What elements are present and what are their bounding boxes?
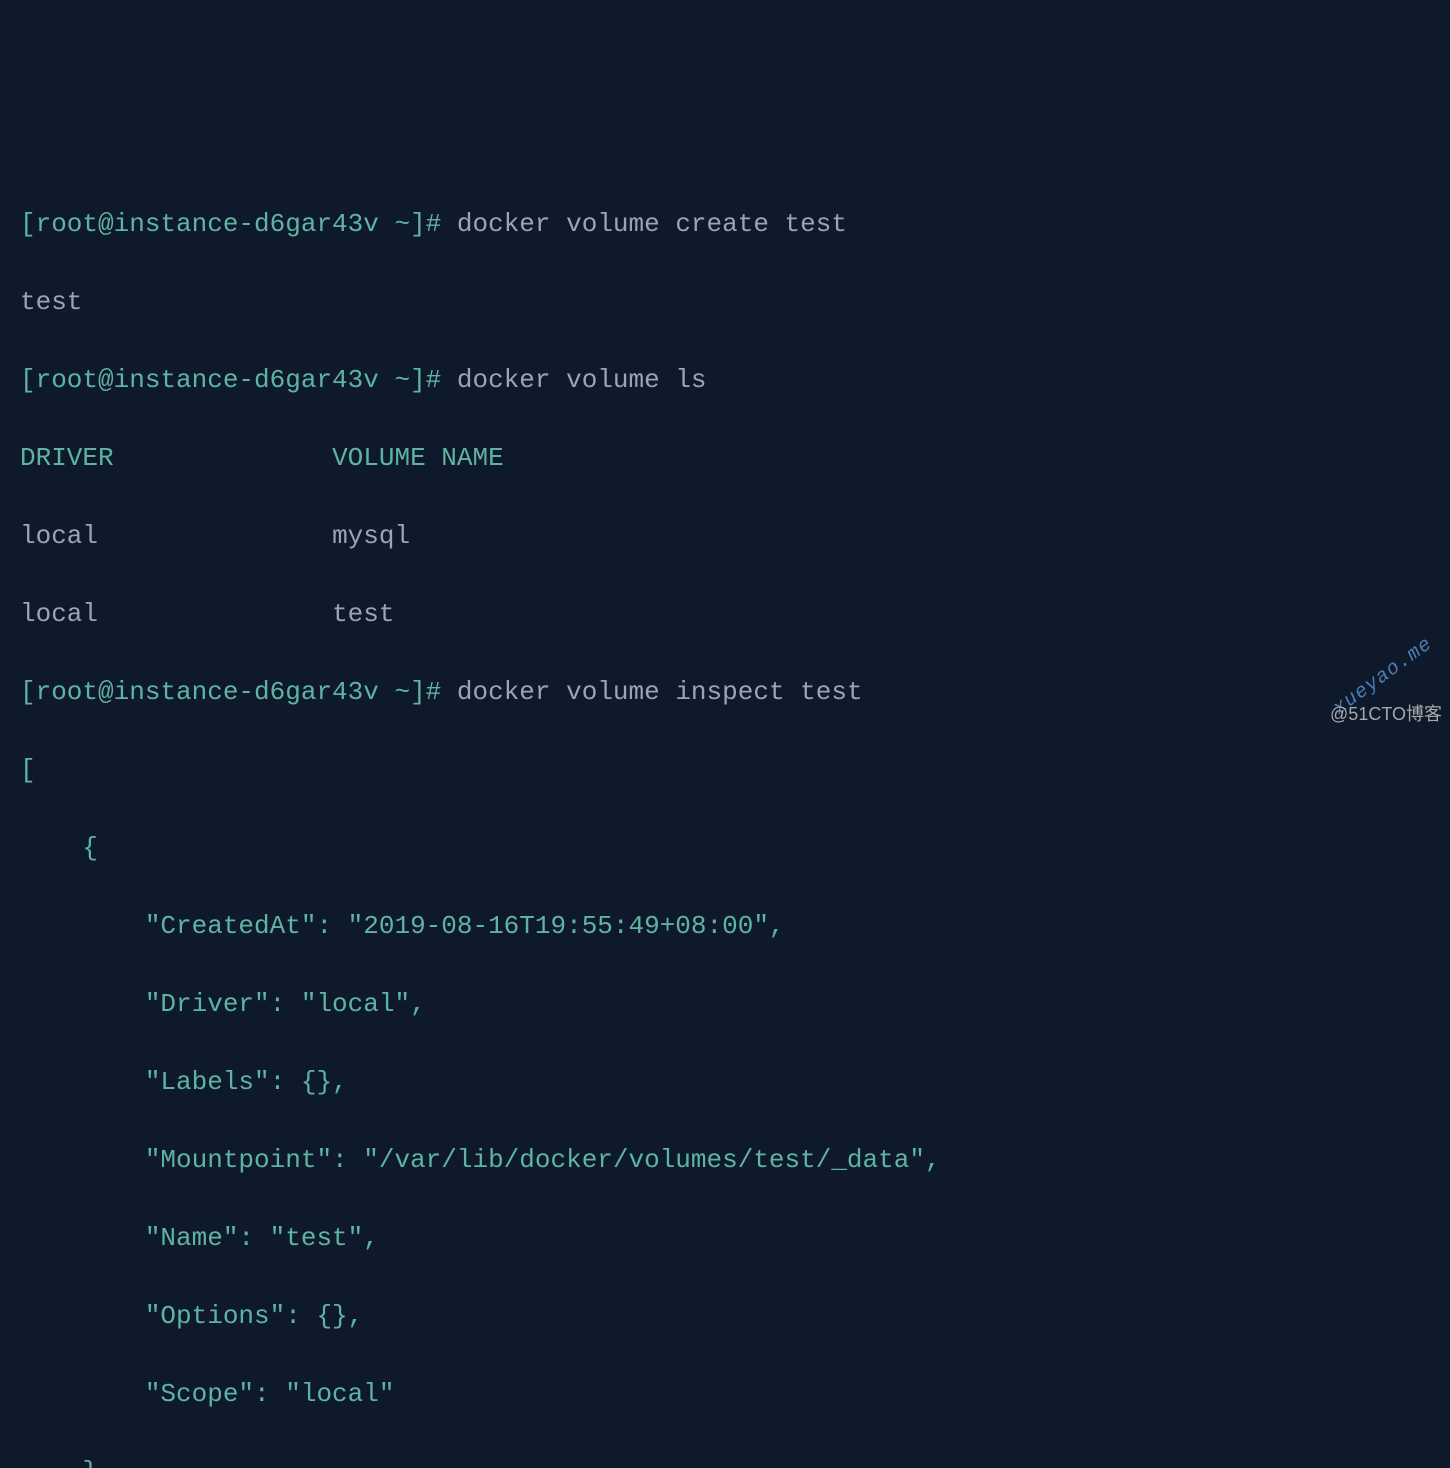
prompt: [root@instance-d6gar43v ~]# [20,209,441,239]
table-header: DRIVER VOLUME NAME [20,439,1430,478]
command-text: docker volume create test [457,209,847,239]
json-open-bracket: [ [20,751,1430,790]
output-line: test [20,283,1430,322]
json-close-brace: } [20,1453,1430,1468]
json-scope: "Scope": "local" [20,1375,1430,1414]
table-row: local mysql [20,517,1430,556]
cell-driver: local [20,521,98,551]
json-name: "Name": "test", [20,1219,1430,1258]
col-header-volume-name: VOLUME NAME [332,443,504,473]
cmd-line-1: [root@instance-d6gar43v ~]# docker volum… [20,205,1430,244]
terminal-output: [root@instance-d6gar43v ~]# docker volum… [20,166,1430,1468]
json-driver: "Driver": "local", [20,985,1430,1024]
command-text: docker volume ls [457,365,707,395]
col-header-driver: DRIVER [20,443,114,473]
prompt: [root@instance-d6gar43v ~]# [20,365,441,395]
json-createdat: "CreatedAt": "2019-08-16T19:55:49+08:00"… [20,907,1430,946]
command-text: docker volume inspect test [457,677,863,707]
watermark-blog: @51CTO博客 [1330,701,1442,728]
json-open-brace: { [20,829,1430,868]
cell-volume-name: test [332,599,394,629]
prompt: [root@instance-d6gar43v ~]# [20,677,441,707]
json-mountpoint: "Mountpoint": "/var/lib/docker/volumes/t… [20,1141,1430,1180]
json-labels: "Labels": {}, [20,1063,1430,1102]
cmd-line-3: [root@instance-d6gar43v ~]# docker volum… [20,673,1430,712]
json-options: "Options": {}, [20,1297,1430,1336]
table-row: local test [20,595,1430,634]
cell-volume-name: mysql [332,521,410,551]
cmd-line-2: [root@instance-d6gar43v ~]# docker volum… [20,361,1430,400]
cell-driver: local [20,599,98,629]
